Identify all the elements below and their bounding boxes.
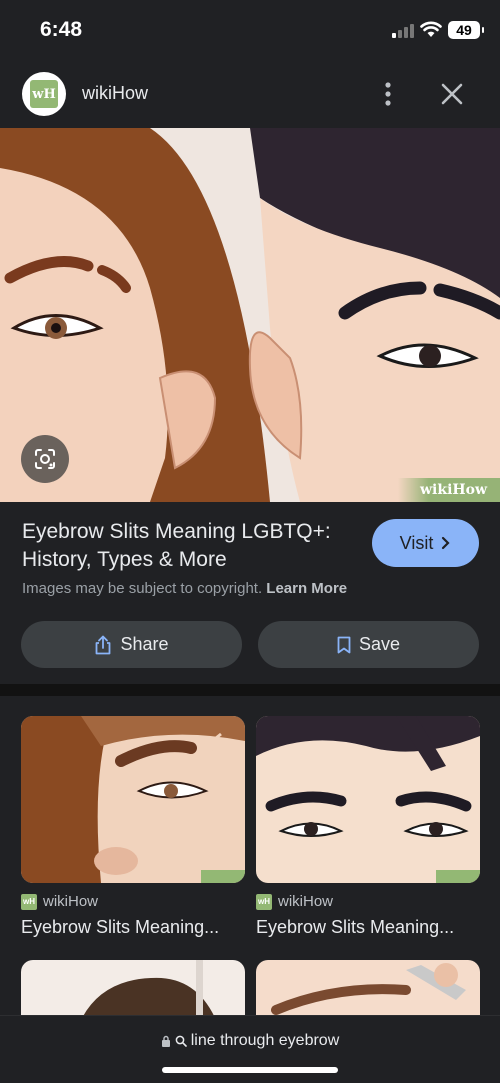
copyright-text: Images may be subject to copyright. (22, 580, 263, 597)
address-bar[interactable]: line through eyebrow (0, 1015, 500, 1083)
search-icon (175, 1035, 187, 1047)
battery-indicator: 49 (448, 21, 484, 39)
related-image[interactable] (256, 960, 480, 1020)
related-source-name: wikiHow (43, 893, 99, 910)
site-name[interactable]: wikiHow (82, 83, 148, 104)
google-lens-button[interactable] (21, 435, 69, 483)
copyright-notice: Images may be subject to copyright. Lear… (22, 580, 347, 597)
related-image[interactable] (256, 716, 480, 883)
viewer-header: wH wikiHow (0, 62, 500, 128)
lens-icon (35, 449, 55, 469)
lock-icon (161, 1035, 170, 1047)
status-time: 6:48 (40, 18, 83, 41)
cellular-signal-icon (392, 24, 414, 38)
related-image[interactable] (21, 960, 245, 1020)
visit-button[interactable]: Visit (372, 519, 479, 567)
related-title[interactable]: Eyebrow Slits Meaning... (21, 917, 245, 938)
hero-image[interactable] (0, 128, 500, 502)
image-watermark: wikiHow (398, 478, 500, 502)
bookmark-icon (337, 636, 351, 653)
share-button[interactable]: Share (21, 621, 242, 668)
home-indicator[interactable] (162, 1067, 338, 1073)
save-label: Save (358, 634, 401, 654)
related-image[interactable] (21, 716, 245, 883)
related-source[interactable]: wH wikiHow (256, 893, 333, 910)
site-logo-mark: wH (30, 80, 58, 108)
status-bar: 6:48 49 (0, 0, 500, 62)
wikihow-favicon-icon: wH (256, 893, 272, 910)
save-button[interactable]: Save (258, 621, 479, 668)
section-divider (0, 684, 500, 696)
search-query: line through eyebrow (190, 1032, 340, 1049)
wikihow-favicon-icon: wH (21, 893, 37, 910)
more-options-icon[interactable] (372, 78, 404, 110)
close-icon[interactable] (436, 78, 468, 110)
site-logo[interactable]: wH (22, 72, 66, 116)
related-source-name: wikiHow (278, 893, 334, 910)
chevron-right-icon (442, 536, 450, 550)
share-icon (96, 635, 111, 654)
visit-label: Visit (399, 532, 434, 553)
wifi-icon (420, 21, 442, 37)
related-title[interactable]: Eyebrow Slits Meaning... (256, 917, 480, 938)
result-title[interactable]: Eyebrow Slits Meaning LGBTQ+: History, T… (22, 518, 362, 574)
related-source[interactable]: wH wikiHow (21, 893, 98, 910)
learn-more-link[interactable]: Learn More (266, 580, 347, 597)
address-row[interactable]: line through eyebrow (0, 1032, 500, 1050)
share-label: Share (120, 634, 169, 654)
